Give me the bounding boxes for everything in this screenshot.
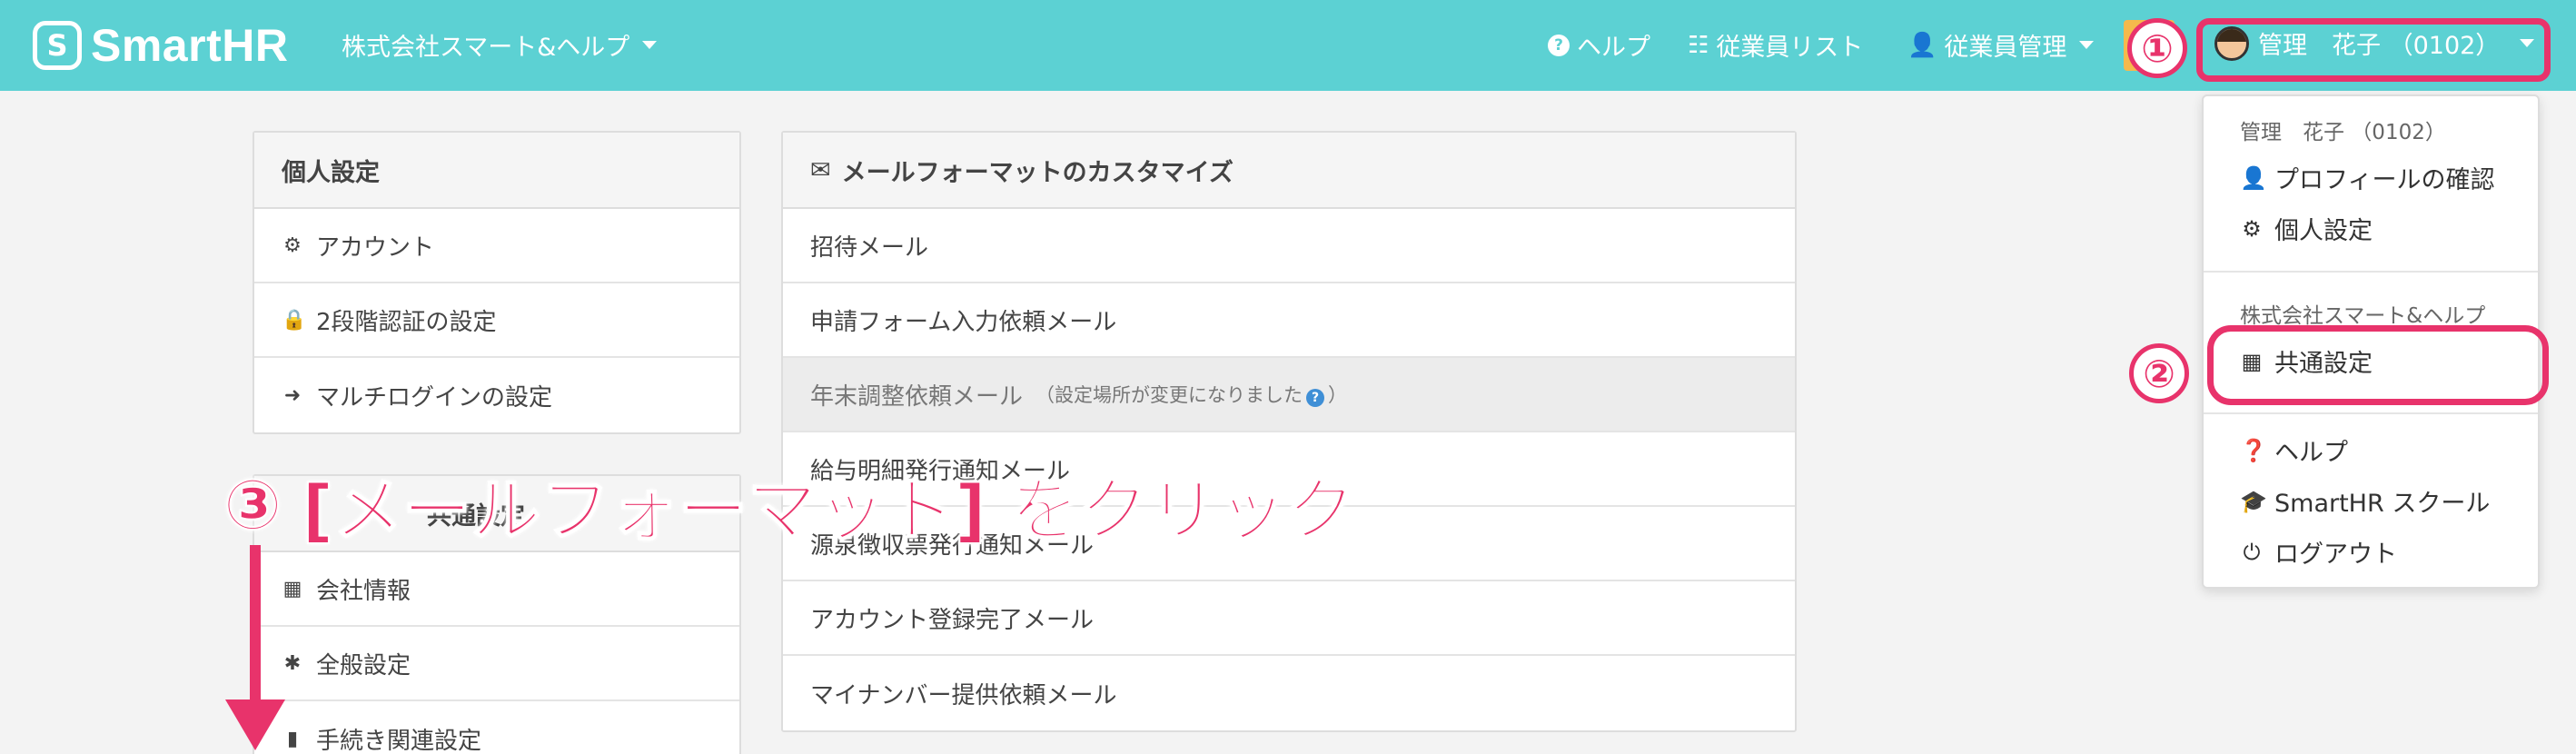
asterisk-icon: ✱ <box>283 651 302 675</box>
dropdown-personal-settings-label: 個人設定 <box>2274 217 2373 245</box>
menu-account-label: アカウント <box>316 233 435 262</box>
nav-help-label: ヘルプ <box>1577 34 1650 62</box>
company-name: 株式会社スマート&ヘルプ <box>342 34 630 62</box>
menu-general-settings[interactable]: ✱ 全般設定 <box>254 627 739 701</box>
logo-mark: S <box>33 21 82 70</box>
personal-settings-panel: 個人設定 ⚙ アカウント 🔒 2段階認証の設定 ➜ マルチログインの設定 <box>253 131 741 434</box>
lock-icon: 🔒 <box>282 308 307 332</box>
chevron-down-icon <box>2079 41 2095 49</box>
mail-invite[interactable]: 招待メール <box>783 209 1795 283</box>
mail-format-panel: ✉ メールフォーマットのカスタマイズ 招待メール 申請フォーム入力依頼メール 年… <box>781 131 1797 732</box>
personal-settings-title: 個人設定 <box>254 133 739 209</box>
list-icon: ☷ <box>1688 31 1709 59</box>
arrow-head-icon <box>225 699 285 750</box>
mail-invite-label: 招待メール <box>810 233 929 262</box>
dropdown-school[interactable]: 🎓 SmartHR スクール <box>2240 483 2490 519</box>
dropdown-help[interactable]: ❓ ヘルプ <box>2240 432 2348 468</box>
step-3-callout: ③ [メールフォーマット] をクリック <box>223 454 1356 554</box>
dropdown-company-header: 株式会社スマート&ヘルプ <box>2240 304 2486 328</box>
question-circle-icon: ❓ <box>2240 437 2267 463</box>
highlight-common-settings <box>2207 325 2549 405</box>
gear-icon: ⚙ <box>2242 215 2262 242</box>
mail-form-request-label: 申請フォーム入力依頼メール <box>810 308 1117 336</box>
user-icon: 👤 <box>1907 31 1937 59</box>
top-header: S SmartHR 株式会社スマート&ヘルプ ? ヘルプ ☷ 従業員リスト 👤 … <box>0 0 2576 91</box>
menu-company-info[interactable]: ▦ 会社情報 <box>254 552 739 627</box>
dropdown-profile-label: プロフィールの確認 <box>2274 166 2495 194</box>
step-2-marker: ② <box>2129 343 2189 403</box>
note-open: （設定場所が変更になりました <box>1035 384 1303 406</box>
dropdown-user-header: 管理 花子 （0102） <box>2240 121 2446 144</box>
mail-mynumber-request[interactable]: マイナンバー提供依頼メール <box>783 656 1795 730</box>
menu-two-factor[interactable]: 🔒 2段階認証の設定 <box>254 283 739 358</box>
envelope-icon: ✉ <box>810 155 831 184</box>
nav-employee-management-label: 従業員管理 <box>1944 34 2067 62</box>
menu-company-info-label: 会社情報 <box>316 577 411 605</box>
highlight-user-menu <box>2196 18 2551 82</box>
mail-format-header: ✉ メールフォーマットのカスタマイズ <box>783 133 1795 209</box>
arrow-down-icon <box>250 545 261 709</box>
dropdown-help-label: ヘルプ <box>2274 439 2348 467</box>
mail-account-registered[interactable]: アカウント登録完了メール <box>783 581 1795 656</box>
power-icon: ⏻ <box>2243 539 2261 565</box>
chevron-down-icon <box>642 41 658 49</box>
menu-two-factor-label: 2段階認証の設定 <box>316 308 497 336</box>
mail-year-end: 年末調整依頼メール （設定場所が変更になりました?） <box>783 358 1795 432</box>
menu-multi-login-label: マルチログインの設定 <box>316 383 553 412</box>
menu-account[interactable]: ⚙ アカウント <box>254 209 739 283</box>
mail-mynumber-request-label: マイナンバー提供依頼メール <box>810 681 1117 709</box>
dropdown-logout[interactable]: ⏻ ログアウト <box>2240 534 2398 570</box>
gear-icon: ⚙ <box>283 233 302 257</box>
mail-format-title: メールフォーマットのカスタマイズ <box>841 158 1234 187</box>
step-3-text: [メールフォーマット] をクリック <box>301 469 1356 551</box>
note-close: ） <box>1328 384 1348 406</box>
mail-year-end-label: 年末調整依頼メール <box>810 382 1024 411</box>
user-icon: 👤 <box>2240 164 2267 191</box>
menu-multi-login[interactable]: ➜ マルチログインの設定 <box>254 358 739 432</box>
question-circle-icon[interactable]: ? <box>1306 389 1325 407</box>
nav-employee-management[interactable]: 👤 従業員管理 <box>1907 27 2095 63</box>
dropdown-personal-settings[interactable]: ⚙ 個人設定 <box>2240 211 2373 246</box>
dropdown-profile[interactable]: 👤 プロフィールの確認 <box>2240 160 2494 195</box>
step-3-marker: ③ <box>223 463 282 546</box>
step-1-marker: ① <box>2127 18 2187 78</box>
nav-employee-list[interactable]: ☷ 従業員リスト <box>1688 27 1863 63</box>
nav-help[interactable]: ? ヘルプ <box>1548 27 1650 63</box>
mail-account-registered-label: アカウント登録完了メール <box>810 606 1095 634</box>
company-selector[interactable]: 株式会社スマート&ヘルプ <box>342 27 658 63</box>
sign-in-icon: ➜ <box>283 383 302 407</box>
smarthr-logo[interactable]: S SmartHR <box>33 20 288 71</box>
mail-year-end-note: （設定場所が変更になりました?） <box>1035 381 1347 408</box>
menu-procedure-settings[interactable]: ▮ 手続き関連設定 <box>254 701 739 754</box>
menu-general-settings-label: 全般設定 <box>316 651 411 680</box>
question-circle-icon: ? <box>1548 34 1570 56</box>
nav-employee-list-label: 従業員リスト <box>1716 34 1864 62</box>
dropdown-divider <box>2204 271 2538 273</box>
logo-text: SmartHR <box>91 20 289 71</box>
dropdown-divider <box>2204 412 2538 414</box>
graduation-cap-icon: 🎓 <box>2240 488 2267 514</box>
menu-procedure-settings-label: 手続き関連設定 <box>316 727 482 754</box>
dropdown-logout-label: ログアウト <box>2274 541 2397 569</box>
dropdown-school-label: SmartHR スクール <box>2274 490 2491 518</box>
building-icon: ▦ <box>282 577 302 600</box>
mail-form-request[interactable]: 申請フォーム入力依頼メール <box>783 283 1795 358</box>
